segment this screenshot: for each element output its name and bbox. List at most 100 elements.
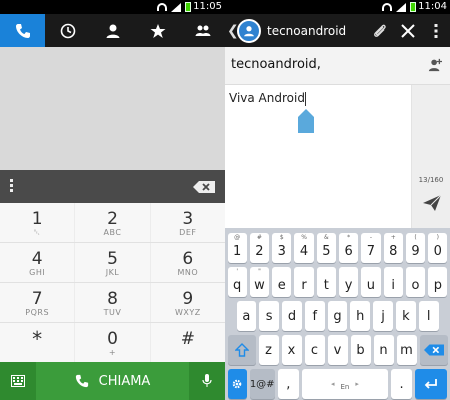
key-3[interactable]: $3 [272, 233, 292, 263]
tab-favorites[interactable] [135, 14, 180, 47]
tab-contacts[interactable] [90, 14, 135, 47]
recent-icon [60, 23, 75, 38]
key-i[interactable]: i [383, 267, 403, 297]
dialpad-icon [11, 375, 25, 387]
key-x[interactable]: x [281, 335, 302, 365]
add-contact-icon[interactable] [428, 58, 442, 72]
enter-key[interactable] [415, 369, 448, 399]
discard-button[interactable] [394, 23, 422, 38]
phone-icon [15, 23, 30, 38]
backspace-icon[interactable] [193, 181, 215, 193]
soft-keyboard: @1 #2 $3 % 4 & 5 * 6 -7 +8 (9 ) 0 ' q " w e r … [225, 228, 450, 400]
key-h[interactable]: h [350, 301, 371, 331]
key-w[interactable]: " w [249, 267, 270, 297]
key-5[interactable]: & 5 [316, 233, 336, 263]
dialpad-key-hash[interactable]: # [151, 323, 225, 363]
key-o[interactable]: o [405, 267, 426, 297]
key-j[interactable]: j [373, 301, 393, 331]
key-p[interactable]: p [428, 267, 448, 297]
dialpad-key-digit: 8 [107, 289, 118, 309]
key-2[interactable]: #2 [249, 233, 270, 263]
symbols-key[interactable]: 1@# [249, 369, 275, 399]
key-label: v [333, 342, 342, 358]
key-d[interactable]: d [282, 301, 302, 331]
key-7[interactable]: -7 [361, 233, 381, 263]
tab-phone[interactable] [0, 14, 45, 47]
space-key[interactable]: ◂ En ▸ [302, 369, 388, 399]
character-counter: 13/160 [418, 176, 444, 184]
key-period[interactable]: . [390, 369, 413, 399]
dialpad-key-star[interactable]: * [0, 323, 76, 363]
key-0[interactable]: ) 0 [428, 233, 448, 263]
key-label: 3 [277, 243, 286, 259]
paperclip-icon [374, 24, 386, 37]
key-label: r [301, 277, 307, 293]
battery-icon [185, 2, 191, 12]
key-y[interactable]: y [338, 267, 359, 297]
backspace-key[interactable] [419, 335, 448, 365]
dialpad-toggle-button[interactable] [0, 362, 36, 400]
key-a[interactable]: a [236, 301, 257, 331]
key-z[interactable]: z [258, 335, 279, 365]
key-alt: * [347, 234, 351, 241]
key-c[interactable]: c [304, 335, 325, 365]
dialpad-key-6[interactable]: 6 MNO [151, 243, 225, 282]
key-1[interactable]: @1 [227, 233, 247, 263]
dialpad-key-1[interactable]: 1 ␇ [0, 203, 76, 242]
overflow-menu-button[interactable] [422, 23, 450, 38]
dialpad-key-letters: JKL [105, 268, 120, 277]
more-options-icon[interactable] [10, 179, 14, 194]
key-k[interactable]: k [395, 301, 416, 331]
dialpad-key-2[interactable]: 2 ABC [75, 203, 151, 242]
key-f[interactable]: f [304, 301, 325, 331]
key-b[interactable]: b [350, 335, 371, 365]
key-label: z [265, 342, 272, 358]
dialpad-key-8[interactable]: 8 TUV [75, 283, 151, 322]
voice-input-button[interactable] [189, 362, 225, 400]
favorites-icon [150, 23, 165, 38]
key-9[interactable]: (9 [405, 233, 426, 263]
dialer-number-bar [0, 170, 225, 203]
prev-language-icon: ◂ [330, 380, 335, 388]
send-icon[interactable] [423, 195, 441, 211]
key-m[interactable]: m [396, 335, 417, 365]
key-q[interactable]: ' q [227, 267, 247, 297]
key-l[interactable]: l [418, 301, 439, 331]
back-chevron-icon[interactable]: ❮ [227, 23, 239, 39]
tab-groups[interactable] [180, 14, 225, 47]
message-text: Viva Android [229, 91, 305, 105]
key-r[interactable]: r [294, 267, 314, 297]
key-s[interactable]: s [259, 301, 280, 331]
shift-key[interactable] [227, 335, 256, 365]
dialpad-key-9[interactable]: 9 WXYZ [151, 283, 225, 322]
key-n[interactable]: n [373, 335, 394, 365]
cursor-handle-icon[interactable] [298, 109, 314, 133]
key-e[interactable]: e [272, 267, 292, 297]
key-4[interactable]: % 4 [294, 233, 314, 263]
key-label: 7 [366, 243, 376, 259]
tab-recent[interactable] [45, 14, 90, 47]
recipient-field[interactable]: tecnoandroid, [225, 47, 450, 85]
key-8[interactable]: +8 [383, 233, 403, 263]
settings-key[interactable] [227, 369, 247, 399]
key-label: b [356, 342, 365, 358]
dialpad-key-5[interactable]: 5 JKL [75, 243, 151, 282]
key-g[interactable]: g [327, 301, 348, 331]
key-comma[interactable]: , [277, 369, 300, 399]
key-6[interactable]: * 6 [338, 233, 359, 263]
key-v[interactable]: v [327, 335, 348, 365]
dialpad-key-0[interactable]: 0 + [75, 323, 151, 363]
key-u[interactable]: u [361, 267, 381, 297]
key-t[interactable]: t [316, 267, 336, 297]
key-label: o [411, 277, 420, 293]
dialed-number-display[interactable] [0, 47, 225, 170]
dialpad-key-3[interactable]: 3 DEF [151, 203, 225, 242]
dialpad-key-4[interactable]: 4 GHI [0, 243, 76, 282]
overflow-menu-icon [434, 23, 438, 38]
message-compose-field[interactable]: Viva Android [225, 85, 411, 228]
status-icons [382, 2, 416, 12]
call-button[interactable]: CHIAMA [36, 362, 189, 400]
dialpad-key-7[interactable]: 7 PQRS [0, 283, 76, 322]
contact-avatar[interactable] [237, 18, 261, 43]
attach-button[interactable] [366, 23, 394, 39]
